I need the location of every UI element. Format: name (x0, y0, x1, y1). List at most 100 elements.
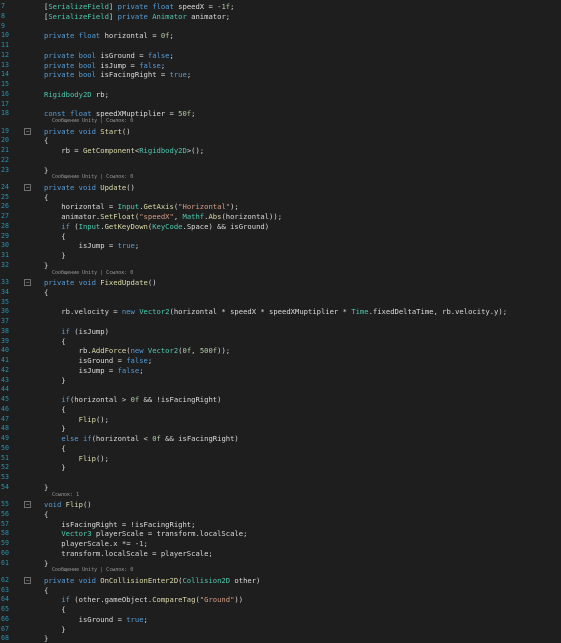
line-number: 15 (1, 80, 9, 88)
line-number: 53 (1, 473, 9, 481)
line-number: 65 (1, 605, 9, 613)
code-line[interactable]: } (44, 261, 48, 270)
code-line[interactable]: private bool isFacingRight = true; (44, 70, 191, 79)
code-line[interactable]: isJump = true; (44, 241, 140, 250)
code-line[interactable]: if(horizontal > 0f && !isFacingRight) (44, 395, 221, 404)
code-line[interactable]: { (44, 510, 48, 519)
code-line[interactable]: isGround = false; (44, 356, 153, 365)
line-number: 42 (1, 365, 9, 374)
fold-toggle-icon[interactable]: − (24, 279, 31, 286)
line-number: 22 (1, 155, 9, 164)
code-line[interactable]: horizontal = Input.GetAxis("Horizontal")… (44, 202, 238, 211)
codelens-annotation[interactable]: Ссылок: 1 (52, 492, 79, 498)
code-line[interactable]: if (isJump) (44, 327, 109, 336)
line-number: 24 (1, 182, 9, 191)
line-number: 45 (1, 395, 9, 403)
line-number: 55 (1, 500, 9, 508)
line-number: 61 (1, 558, 9, 567)
code-line[interactable]: if (other.gameObject.CompareTag("Ground"… (44, 595, 243, 604)
code-line[interactable]: else if(horizontal < 0f && isFacingRight… (44, 434, 238, 443)
line-number: 57 (1, 519, 9, 528)
code-line[interactable]: animator.SetFloat("speedX", Mathf.Abs(ho… (44, 212, 282, 221)
code-line[interactable]: } (44, 559, 48, 568)
code-line[interactable]: private bool isJump = false; (44, 61, 165, 70)
code-line[interactable]: private void Start() (44, 127, 131, 136)
code-line[interactable]: private void OnCollisionEnter2D(Collisio… (44, 576, 260, 585)
line-number: 63 (1, 585, 9, 594)
fold-toggle-icon[interactable]: − (24, 127, 31, 135)
line-number: 34 (1, 287, 9, 296)
line-number: 11 (1, 41, 9, 49)
fold-toggle-icon[interactable]: − (24, 183, 31, 191)
code-line[interactable]: } (44, 634, 48, 643)
code-line[interactable]: transform.localScale = playerScale; (44, 549, 212, 558)
codelens-annotation[interactable]: Сообщение Unity | Ссылок: 0 (52, 270, 133, 276)
line-number: 25 (1, 192, 9, 201)
line-number: 8 (1, 11, 5, 20)
code-line[interactable]: isFacingRight = !isFacingRight; (44, 520, 195, 529)
code-line[interactable]: [SerializeField] private Animator animat… (44, 12, 230, 21)
code-line[interactable]: { (44, 586, 48, 595)
code-editor[interactable]: 7 [SerializeField] private float speedX =… (0, 0, 561, 643)
line-number: 14 (1, 70, 9, 79)
code-line[interactable]: } (44, 483, 48, 492)
code-line[interactable]: { (44, 405, 65, 414)
line-number: 47 (1, 414, 9, 423)
line-number: 62 (1, 575, 9, 584)
code-line[interactable]: } (44, 424, 65, 433)
code-line[interactable]: Flip(); (44, 415, 109, 424)
code-line[interactable]: void Flip() (44, 500, 92, 509)
code-line[interactable]: private void FixedUpdate() (44, 278, 157, 287)
code-line[interactable]: } (44, 463, 65, 472)
line-number: 7 (1, 2, 5, 10)
line-number: 64 (1, 595, 9, 604)
codelens-annotation[interactable]: Сообщение Unity | Ссылок: 0 (52, 567, 133, 573)
code-line[interactable]: Vector3 playerScale = transform.localSca… (44, 529, 247, 538)
code-line[interactable]: { (44, 136, 48, 145)
line-number: 56 (1, 509, 9, 518)
line-number: 10 (1, 31, 9, 40)
code-line[interactable]: { (44, 232, 65, 241)
codelens-annotation[interactable]: Сообщение Unity | Ссылок: 0 (52, 174, 133, 180)
code-line[interactable]: private bool isGround = false; (44, 51, 174, 60)
code-line[interactable]: } (44, 251, 65, 260)
line-number: 44 (1, 385, 9, 394)
line-number: 41 (1, 356, 9, 364)
line-number: 33 (1, 278, 9, 286)
line-number: 26 (1, 202, 9, 211)
code-line[interactable]: rb = GetComponent<Rigidbody2D>(); (44, 146, 204, 155)
code-line[interactable]: { (44, 288, 48, 297)
code-line[interactable]: Flip(); (44, 454, 109, 463)
code-line[interactable]: if (Input.GetKeyDown(KeyCode.Space) && i… (44, 222, 269, 231)
codelens-annotation[interactable]: Сообщение Unity | Ссылок: 0 (52, 118, 133, 124)
line-number: 67 (1, 624, 9, 633)
line-number: 29 (1, 231, 9, 240)
code-line[interactable]: Rigidbody2D rb; (44, 90, 109, 99)
code-line[interactable]: } (44, 166, 48, 175)
code-line[interactable]: rb.AddForce(new Vector2(0f, 500f)); (44, 346, 231, 355)
code-line[interactable]: rb.velocity = new Vector2(horizontal * s… (44, 307, 507, 316)
line-number: 54 (1, 482, 9, 491)
code-line[interactable]: private void Update() (44, 183, 135, 192)
fold-toggle-icon[interactable]: − (24, 576, 31, 584)
line-number: 9 (1, 21, 5, 30)
code-line[interactable]: { (44, 444, 65, 453)
code-line[interactable]: { (44, 337, 65, 346)
code-line[interactable]: { (44, 605, 65, 614)
code-line[interactable]: const float speedXMuptiplier = 50f; (44, 109, 195, 118)
code-line[interactable]: } (44, 376, 65, 385)
fold-toggle-icon[interactable]: − (24, 501, 31, 508)
line-number: 23 (1, 165, 9, 174)
code-line[interactable]: playerScale.x *= -1; (44, 539, 148, 548)
line-number: 13 (1, 60, 9, 69)
line-number: 20 (1, 136, 9, 145)
code-line[interactable]: isJump = false; (44, 366, 144, 375)
line-number: 39 (1, 336, 9, 345)
code-line[interactable]: [SerializeField] private float speedX = … (44, 2, 234, 11)
line-number: 51 (1, 453, 9, 462)
code-line[interactable]: private float horizontal = 0f; (44, 31, 174, 40)
code-line[interactable]: isGround = true; (44, 615, 148, 624)
code-line[interactable]: } (44, 625, 65, 634)
code-line[interactable]: { (44, 193, 48, 202)
line-number: 38 (1, 326, 9, 335)
